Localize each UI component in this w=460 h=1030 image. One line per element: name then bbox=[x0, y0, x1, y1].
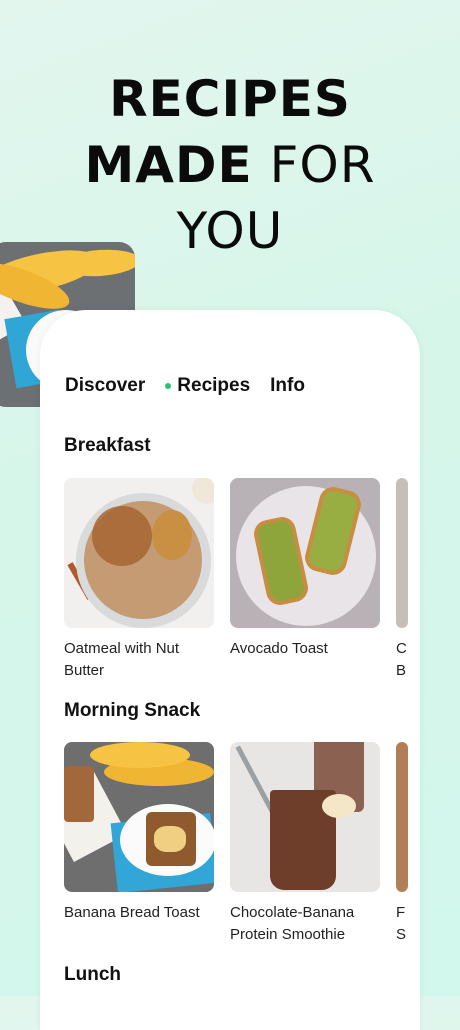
recipe-card-banana-bread-toast[interactable]: Banana Bread Toast bbox=[64, 742, 214, 946]
recipe-name: Banana Bread Toast bbox=[64, 904, 200, 921]
recipe-name: Avocado Toast bbox=[230, 640, 328, 657]
hero-line2-bold: MADE bbox=[84, 136, 253, 194]
recipe-name: Chocolate-Banana Protein Smoothie bbox=[230, 904, 355, 943]
recipe-image-partial[interactable] bbox=[396, 742, 408, 892]
recipe-image-avocado-toast[interactable] bbox=[230, 478, 380, 628]
breakfast-row[interactable]: Oatmeal with Nut Butter Avocado Toast C … bbox=[64, 478, 408, 682]
recipe-card-avocado-toast[interactable]: Avocado Toast bbox=[230, 478, 380, 682]
hero-line1: RECIPES bbox=[109, 70, 351, 128]
recipe-image-chocolate-banana-smoothie[interactable] bbox=[230, 742, 380, 892]
phone-screen: Discover Recipes Info Breakfast Oatmeal … bbox=[40, 310, 420, 1030]
hero-line3: YOU bbox=[176, 202, 284, 260]
recipe-image-partial[interactable] bbox=[396, 478, 408, 628]
recipe-name: Oatmeal with Nut Butter bbox=[64, 640, 180, 679]
hero-line2-light: FOR bbox=[269, 136, 376, 194]
section-title-lunch: Lunch bbox=[64, 964, 121, 985]
tab-discover[interactable]: Discover bbox=[65, 375, 145, 397]
top-tabs: Discover Recipes Info bbox=[65, 375, 325, 397]
tab-recipes-label: Recipes bbox=[177, 375, 251, 396]
recipe-image-oatmeal[interactable] bbox=[64, 478, 214, 628]
recipe-name-partial-1: F bbox=[396, 904, 406, 921]
recipe-name-partial-2: B bbox=[396, 662, 407, 679]
recipe-name-partial-1: C bbox=[396, 640, 407, 657]
section-title-morning-snack: Morning Snack bbox=[64, 700, 201, 721]
recipe-image-banana-bread-toast[interactable] bbox=[64, 742, 214, 892]
tab-info[interactable]: Info bbox=[270, 375, 305, 397]
section-title-breakfast: Breakfast bbox=[64, 435, 151, 456]
recipe-card-chocolate-banana-smoothie[interactable]: Chocolate-Banana Protein Smoothie bbox=[230, 742, 380, 946]
recipe-card-partial[interactable]: F S bbox=[396, 742, 408, 946]
hero-headline: RECIPES MADE FOR YOU bbox=[0, 66, 460, 264]
recipe-card-partial[interactable]: C B bbox=[396, 478, 408, 682]
tab-recipes[interactable]: Recipes bbox=[165, 375, 250, 397]
morning-snack-row[interactable]: Banana Bread Toast Chocolate-Banana Prot… bbox=[64, 742, 408, 946]
recipe-name-partial-2: S bbox=[396, 926, 407, 943]
active-dot-icon bbox=[165, 383, 172, 389]
recipe-card-oatmeal[interactable]: Oatmeal with Nut Butter bbox=[64, 478, 214, 682]
